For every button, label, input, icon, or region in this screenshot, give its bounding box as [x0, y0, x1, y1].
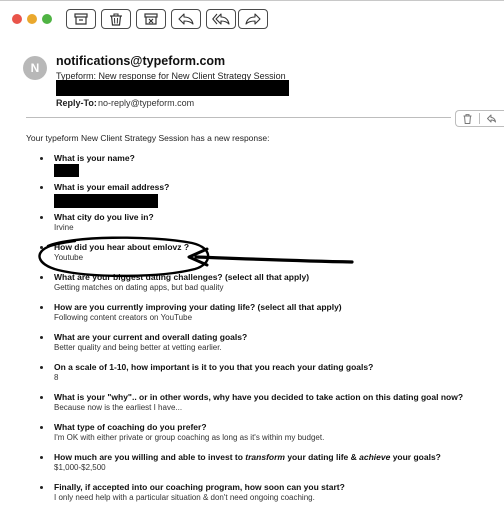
reply-icon[interactable] [487, 114, 496, 123]
zoom-window-button[interactable] [42, 14, 52, 24]
answer: I only need help with a particular situa… [54, 493, 315, 502]
trash-icon [110, 12, 122, 26]
window-top-border [0, 0, 504, 1]
bullet [40, 276, 43, 279]
bullet [40, 486, 43, 489]
question-rich: How much are you willing and able to inv… [54, 452, 441, 462]
toolbar-separator [479, 113, 480, 124]
minimize-window-button[interactable] [27, 14, 37, 24]
reply-icon [178, 13, 194, 25]
close-window-button[interactable] [12, 14, 22, 24]
bullet [40, 216, 43, 219]
reply-to-label: Reply-To: [56, 98, 97, 108]
archive-icon [74, 13, 88, 25]
answer: $1,000-$2,500 [54, 463, 106, 472]
bullet [40, 186, 43, 189]
reply-button[interactable] [171, 9, 201, 29]
redacted-name-answer [54, 164, 79, 177]
question: Finally, if accepted into our coaching p… [54, 482, 345, 492]
question: What type of coaching do you prefer? [54, 422, 207, 432]
redacted-email-answer [54, 194, 158, 208]
forward-icon [245, 13, 261, 25]
sender-avatar: N [23, 56, 47, 80]
junk-icon [144, 13, 158, 25]
question: How did you hear about emlovz ? [54, 242, 190, 252]
annotation-arrow-shaft [194, 255, 354, 264]
answer: I'm OK with either private or group coac… [54, 433, 325, 442]
question: What are your biggest dating challenges?… [54, 272, 310, 282]
question: What city do you live in? [54, 212, 154, 222]
question: On a scale of 1-10, how important is it … [54, 362, 374, 372]
bullet [40, 306, 43, 309]
question: What is your email address? [54, 182, 170, 192]
question: What is your name? [54, 153, 135, 163]
sender-address: notifications@typeform.com [56, 54, 226, 68]
bullet [40, 157, 43, 160]
bullet [40, 396, 43, 399]
bullet [40, 366, 43, 369]
redacted-subject-block [56, 80, 289, 96]
reply-all-button[interactable] [206, 9, 236, 29]
header-divider [26, 117, 451, 118]
junk-button[interactable] [136, 9, 166, 29]
forward-button[interactable] [238, 9, 268, 29]
question: How are you currently improving your dat… [54, 302, 342, 312]
annotation-arrowhead [187, 247, 209, 267]
bullet [40, 246, 43, 249]
message-mini-toolbar [455, 110, 504, 127]
question: What are your current and overall dating… [54, 332, 248, 342]
answer: Irvine [54, 223, 74, 232]
reply-to-address[interactable]: no-reply@typeform.com [98, 98, 194, 108]
intro-text: Your typeform New Client Strategy Sessio… [26, 133, 270, 143]
answer: Following content creators on YouTube [54, 313, 193, 322]
trash-button[interactable] [101, 9, 131, 29]
answer: Youtube [54, 253, 84, 262]
trash-icon[interactable] [463, 113, 472, 124]
bullet [40, 426, 43, 429]
question: What is your "why".. or in other words, … [54, 392, 464, 402]
bullet [40, 456, 43, 459]
archive-button[interactable] [66, 9, 96, 29]
answer: Getting matches on dating apps, but bad … [54, 283, 224, 292]
answer: 8 [54, 373, 59, 382]
reply-all-icon [212, 13, 230, 25]
answer: Better quality and being better at vetti… [54, 343, 222, 352]
bullet [40, 336, 43, 339]
answer: Because now is the earliest I have... [54, 403, 183, 412]
